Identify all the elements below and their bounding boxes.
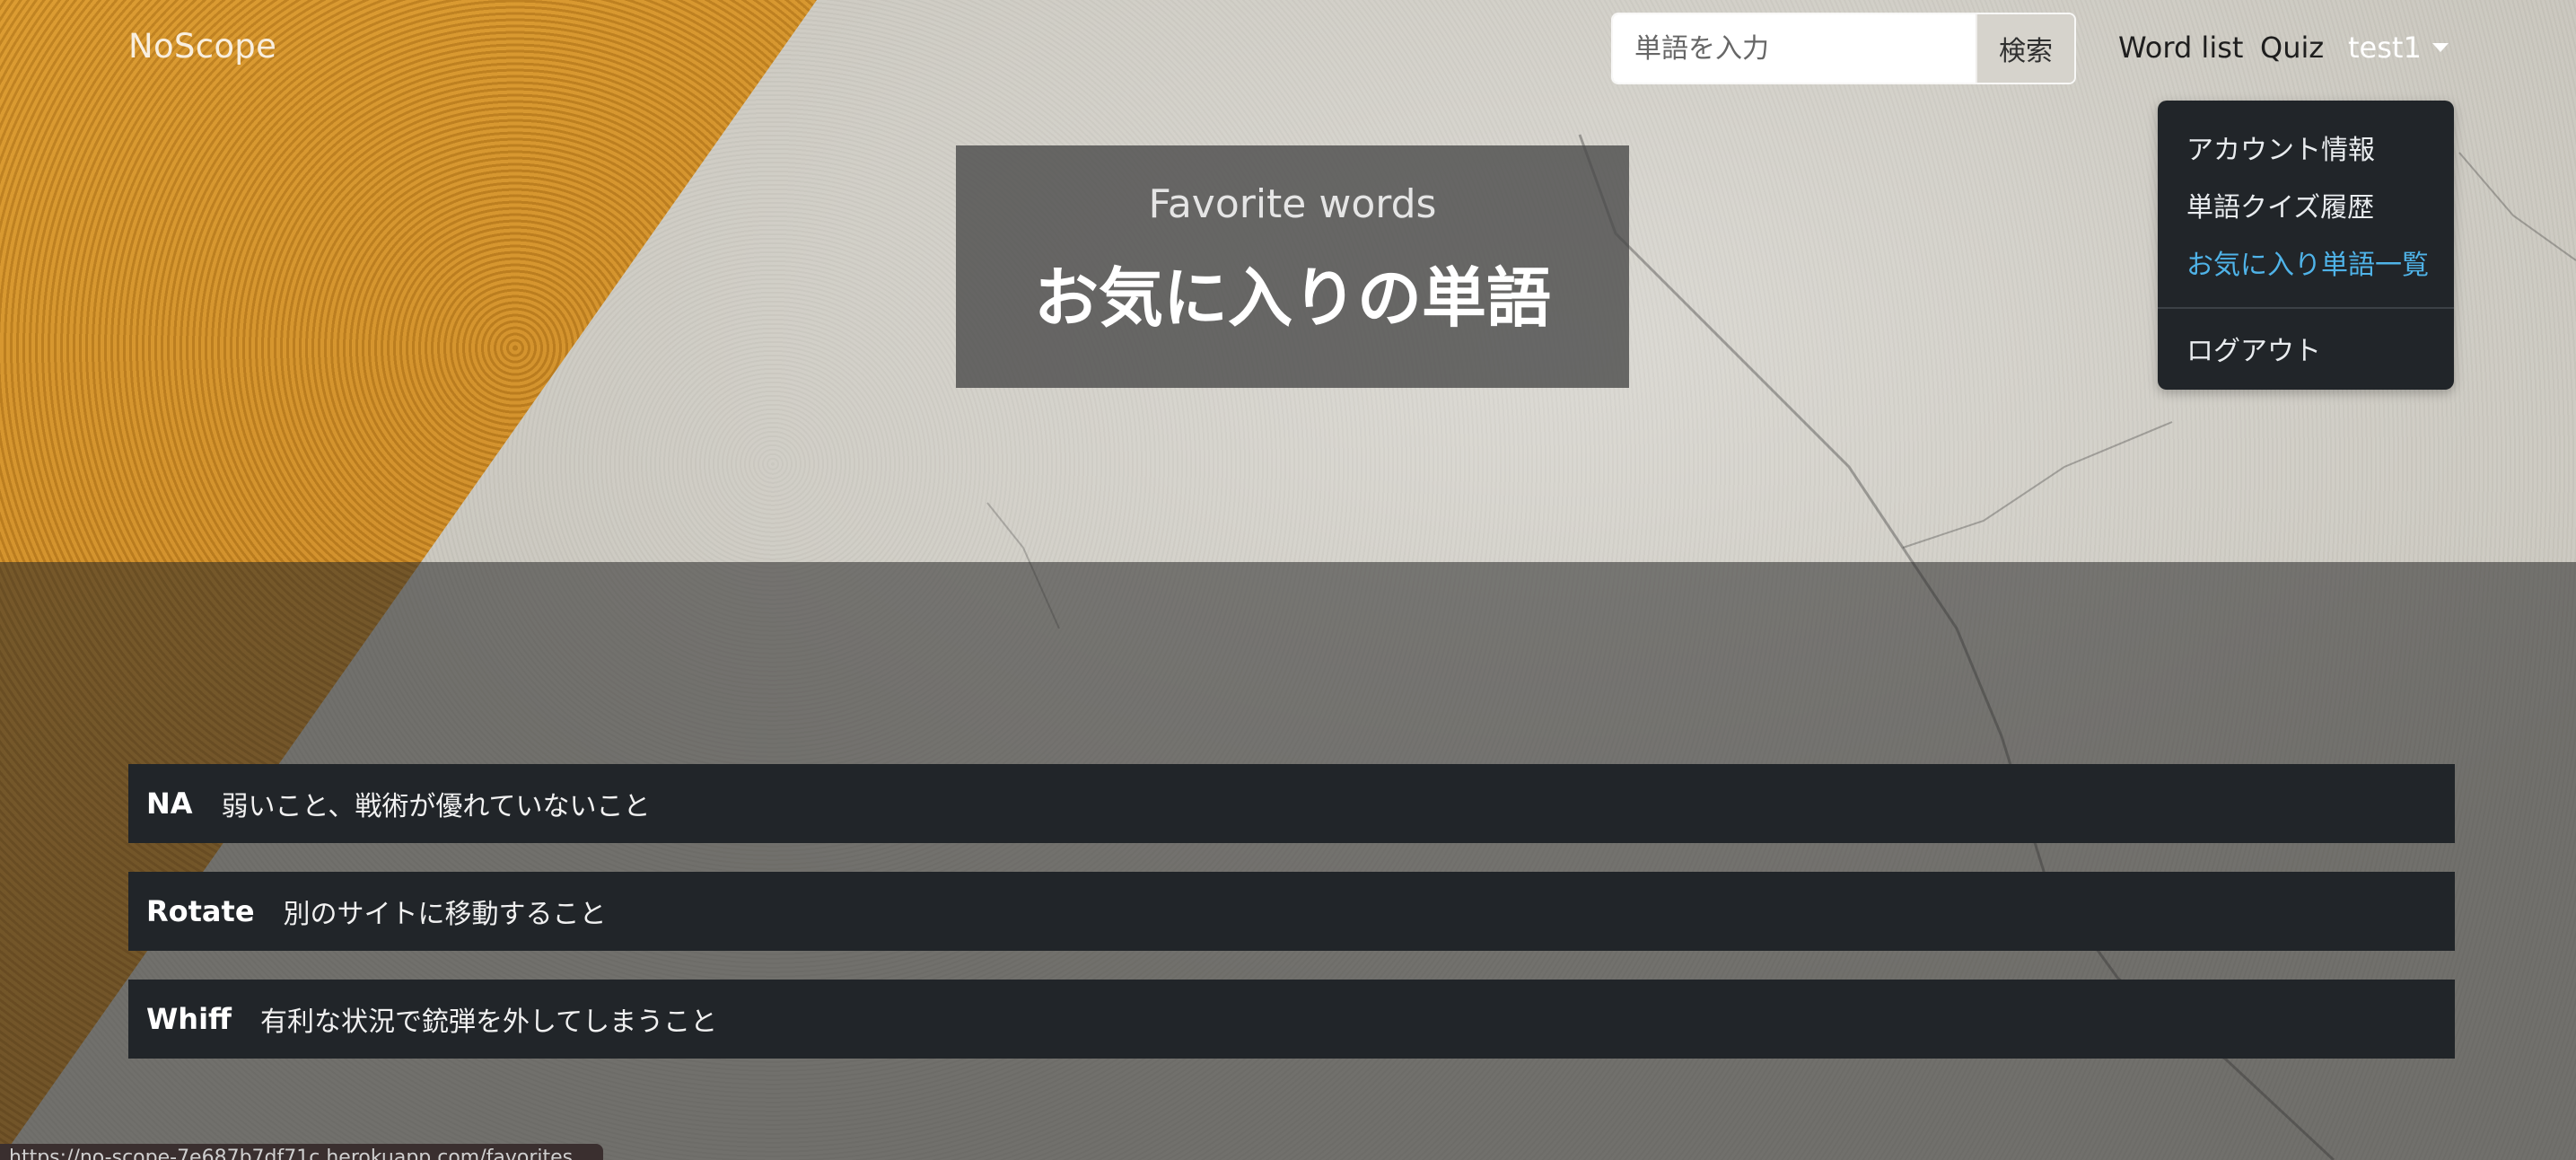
hero-subtitle: Favorite words [1148,181,1437,227]
word-row[interactable]: NA 弱いこと、戦術が優れていないこと [128,764,2455,843]
user-dropdown-menu: アカウント情報 単語クイズ履歴 お気に入り単語一覧 ログアウト [2158,101,2454,390]
page-title: お気に入りの単語 [1033,260,1551,336]
user-menu-toggle[interactable]: test1 [2348,31,2449,65]
word-term: Whiff [146,1002,232,1036]
search-input[interactable] [1613,14,1976,83]
word-term: Rotate [146,894,255,928]
word-row[interactable]: Rotate 別のサイトに移動すること [128,872,2455,951]
dropdown-item-logout[interactable]: ログアウト [2158,323,2454,381]
content-overlay [0,562,2576,1160]
nav-link-quiz[interactable]: Quiz [2260,31,2324,65]
word-row[interactable]: Whiff 有利な状況で銃弾を外してしまうこと [128,980,2455,1059]
search-button[interactable]: 検索 [1976,14,2074,83]
dropdown-item-favorites[interactable]: お気に入り単語一覧 [2158,237,2454,294]
dropdown-divider [2158,307,2454,309]
brand-logo[interactable]: NoScope [128,27,276,66]
dropdown-item-quiz-history[interactable]: 単語クイズ履歴 [2158,180,2454,237]
word-term: NA [146,787,193,821]
search-form: 検索 [1611,13,2076,84]
word-definition: 別のサイトに移動すること [283,899,607,930]
word-definition: 弱いこと、戦術が優れていないこと [221,791,651,822]
user-name: test1 [2348,31,2422,65]
nav-link-word-list[interactable]: Word list [2118,31,2243,65]
word-definition: 有利な状況で銃弾を外してしまうこと [259,1006,718,1038]
dropdown-item-account-info[interactable]: アカウント情報 [2158,122,2454,180]
hero-banner: Favorite words お気に入りの単語 [956,145,1629,388]
status-bar-url: https://no-scope-7e687b7df71c.herokuapp.… [0,1144,603,1160]
caret-down-icon [2431,43,2449,52]
